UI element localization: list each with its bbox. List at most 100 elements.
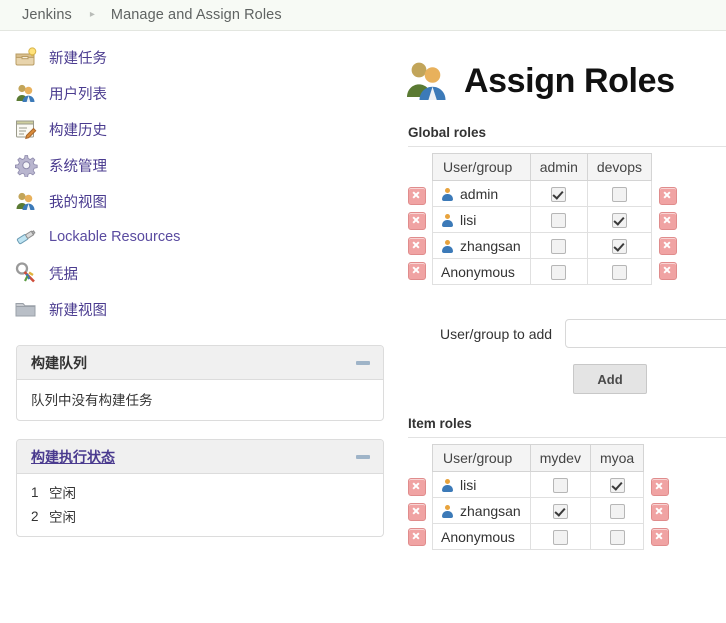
- breadcrumb: Jenkins ▸ Manage and Assign Roles: [0, 0, 726, 31]
- role-cell: [589, 523, 645, 550]
- role-cell: [586, 180, 653, 207]
- global-roles-table: User/group admin devops admin lisi zhang…: [432, 153, 653, 285]
- role-checkbox[interactable]: [551, 186, 567, 202]
- role-checkbox[interactable]: [611, 264, 627, 280]
- add-button[interactable]: Add: [573, 364, 647, 394]
- table-header-row: User/group admin devops: [432, 153, 653, 181]
- usb-lock-icon: [14, 225, 38, 249]
- role-checkbox[interactable]: [551, 238, 567, 254]
- usergroup-name: Anonymous: [441, 263, 515, 280]
- item-roles-left-delete-column: [408, 444, 426, 549]
- table-header-row: User/group mydev myoa: [432, 444, 645, 472]
- role-checkbox[interactable]: [552, 477, 568, 493]
- sidebar-nav: 新建任务 用户列表 构建历史 系统管理 我的视图 Lockable Resour…: [0, 39, 398, 327]
- role-cell: [586, 258, 653, 285]
- user-icon: [441, 504, 454, 518]
- usergroup-cell: lisi: [432, 206, 531, 233]
- item-roles-table-wrap: User/group mydev myoa lisi zhangsan Anon…: [408, 444, 726, 550]
- item-roles-section: Item roles User/group mydev myoa lisi zh…: [404, 416, 726, 550]
- role-cell: [529, 523, 591, 550]
- breadcrumb-root[interactable]: Jenkins: [22, 7, 72, 23]
- sidebar-item-label: 用户列表: [49, 86, 107, 103]
- role-cell: [529, 206, 588, 233]
- build-queue-body: 队列中没有构建任务: [17, 380, 383, 420]
- column-header-role: devops: [586, 153, 653, 181]
- build-executor-body: 1 空闲 2 空闲: [17, 474, 383, 536]
- usergroup-cell: zhangsan: [432, 232, 531, 259]
- collapse-icon[interactable]: [356, 454, 370, 459]
- sidebar-item-label: 凭据: [49, 266, 78, 283]
- usergroup-name: admin: [460, 185, 499, 202]
- remove-row-button[interactable]: [408, 236, 426, 255]
- breadcrumb-chevron-right-icon: ▸: [89, 9, 95, 20]
- remove-row-button[interactable]: [659, 186, 678, 205]
- sidebar-item-credentials[interactable]: 凭据: [0, 255, 398, 291]
- folder-icon: [14, 297, 38, 321]
- remove-row-button[interactable]: [408, 186, 426, 205]
- usergroup-cell: Anonymous: [432, 258, 531, 285]
- remove-row-button[interactable]: [651, 527, 670, 546]
- gear-icon: [14, 153, 38, 178]
- build-executor-header: 构建执行状态: [17, 440, 383, 474]
- role-checkbox[interactable]: [611, 186, 627, 202]
- table-row: zhangsan: [432, 497, 645, 524]
- sidebar-item-label: 新建视图: [49, 302, 107, 319]
- new-job-icon: [14, 45, 38, 69]
- sidebar-item-user-list[interactable]: 用户列表: [0, 75, 398, 111]
- section-divider: [408, 146, 726, 147]
- remove-row-button[interactable]: [659, 236, 678, 255]
- collapse-icon[interactable]: [356, 360, 370, 365]
- role-checkbox[interactable]: [611, 212, 627, 228]
- build-history-icon: [14, 117, 38, 141]
- sidebar-item-manage-jenkins[interactable]: 系统管理: [0, 147, 398, 183]
- role-checkbox[interactable]: [552, 529, 568, 545]
- item-roles-label: Item roles: [408, 416, 472, 431]
- remove-row-button[interactable]: [408, 527, 426, 546]
- remove-row-button[interactable]: [408, 502, 426, 521]
- role-checkbox[interactable]: [551, 264, 567, 280]
- column-header-usergroup: User/group: [432, 153, 531, 181]
- executor-number: 1: [31, 484, 39, 500]
- add-usergroup-form: User/group to add: [404, 319, 726, 348]
- usergroup-cell: zhangsan: [432, 497, 531, 524]
- breadcrumb-current[interactable]: Manage and Assign Roles: [111, 7, 282, 23]
- sidebar-item-new-job[interactable]: 新建任务: [0, 39, 398, 75]
- sidebar-item-build-history[interactable]: 构建历史: [0, 111, 398, 147]
- global-roles-right-delete-column: [659, 153, 678, 283]
- add-usergroup-label: User/group to add: [440, 325, 553, 342]
- sidebar-item-label: 我的视图: [49, 194, 107, 211]
- sidebar-item-my-views[interactable]: 我的视图: [0, 183, 398, 219]
- remove-row-button[interactable]: [408, 261, 426, 280]
- build-executor-title[interactable]: 构建执行状态: [31, 447, 115, 467]
- user-icon: [441, 478, 454, 492]
- table-row: zhangsan: [432, 232, 653, 259]
- remove-row-button[interactable]: [408, 211, 426, 230]
- column-header-role: admin: [529, 153, 588, 181]
- global-roles-label: Global roles: [408, 125, 487, 140]
- global-roles-section: Global roles User/group admin devops adm…: [404, 125, 726, 285]
- role-checkbox[interactable]: [609, 529, 625, 545]
- role-checkbox[interactable]: [609, 477, 625, 493]
- add-usergroup-input[interactable]: [565, 319, 726, 348]
- role-checkbox[interactable]: [551, 212, 567, 228]
- role-cell: [529, 232, 588, 259]
- table-row: lisi: [432, 206, 653, 233]
- remove-row-button[interactable]: [659, 261, 678, 280]
- role-checkbox[interactable]: [552, 503, 568, 519]
- column-header-role: myoa: [589, 444, 645, 472]
- executor-state: 空闲: [49, 510, 76, 525]
- usergroup-cell: admin: [432, 180, 531, 207]
- usergroup-name: zhangsan: [460, 237, 521, 254]
- executor-number: 2: [31, 508, 39, 524]
- remove-row-button[interactable]: [659, 211, 678, 230]
- remove-row-button[interactable]: [651, 477, 670, 496]
- remove-row-button[interactable]: [651, 502, 670, 521]
- sidebar-item-new-view[interactable]: 新建视图: [0, 291, 398, 327]
- sidebar-item-lockable-resources[interactable]: Lockable Resources: [0, 219, 398, 255]
- usergroup-cell: lisi: [432, 471, 531, 498]
- section-divider: [408, 437, 726, 438]
- remove-row-button[interactable]: [408, 477, 426, 496]
- role-checkbox[interactable]: [609, 503, 625, 519]
- role-checkbox[interactable]: [611, 238, 627, 254]
- sidebar-item-label: 系统管理: [49, 158, 107, 175]
